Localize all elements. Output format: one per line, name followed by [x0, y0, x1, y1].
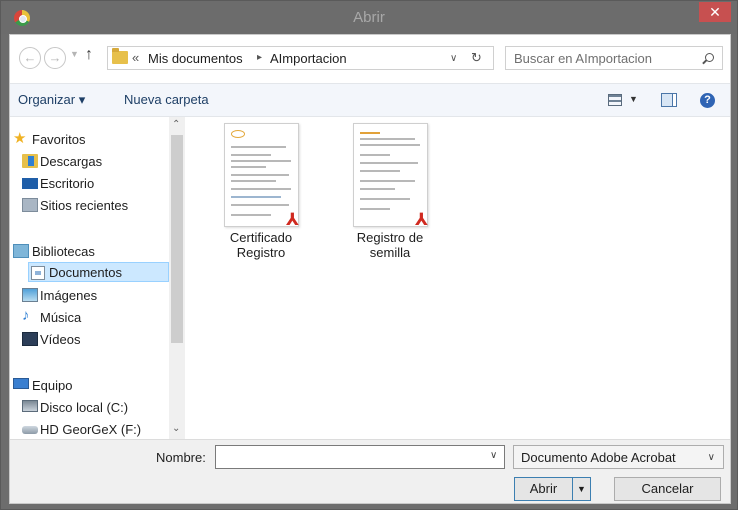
nav-item-imagenes[interactable]: Imágenes [10, 285, 170, 305]
recent-locations-dropdown[interactable]: ▼ [70, 49, 79, 59]
refresh-icon[interactable]: ↻ [471, 50, 482, 66]
file-name: Certificado Registro [229, 230, 293, 260]
file-name-input[interactable] [215, 445, 505, 469]
nav-label: Escritorio [40, 176, 95, 191]
nav-label: Vídeos [40, 332, 81, 347]
nav-label: Imágenes [40, 288, 98, 303]
nav-item-favoritos[interactable]: ★ Favoritos [10, 129, 170, 149]
nav-item-bibliotecas[interactable]: Bibliotecas [10, 241, 170, 261]
pdf-thumbnail: ⅄ [352, 123, 428, 229]
desktop-icon [22, 178, 38, 189]
forward-button[interactable]: → [44, 47, 66, 69]
back-button[interactable]: ← [19, 47, 41, 69]
nav-label: Disco local (C:) [40, 400, 129, 415]
change-view-icon[interactable] [608, 94, 622, 106]
nav-label: Descargas [40, 154, 103, 169]
navigation-pane: ★ Favoritos Descargas Escritorio Sitios … [10, 117, 185, 439]
cancel-button[interactable]: Cancelar [614, 477, 721, 501]
downloads-icon [22, 154, 38, 168]
folder-icon [112, 48, 128, 64]
nav-label: Equipo [32, 378, 73, 393]
nav-label: HD GeorGeX (F:) [40, 422, 142, 437]
navigation-scrollbar[interactable]: ⌃ ⌄ [169, 117, 185, 439]
file-name-dropdown[interactable]: ∨ [490, 450, 497, 461]
chevron-down-icon: ∨ [707, 452, 715, 463]
window-title: Abrir [353, 9, 385, 26]
scroll-thumb[interactable] [171, 135, 183, 343]
nav-item-disco-local[interactable]: Disco local (C:) [10, 397, 170, 417]
nav-label: Favoritos [32, 132, 86, 147]
title-bar[interactable]: Abrir ✕ [1, 1, 737, 34]
scroll-down-arrow[interactable]: ⌄ [172, 423, 180, 434]
nav-label: Sitios recientes [40, 198, 129, 213]
pictures-icon [22, 288, 38, 302]
documents-icon [31, 266, 45, 280]
nav-label: Documentos [49, 265, 122, 280]
pdf-thumbnail: ⅄ [223, 123, 299, 229]
file-name-bar: Nombre: ∨ Documento Adobe Acrobat ∨ Abri… [10, 439, 730, 503]
nav-item-escritorio[interactable]: Escritorio [10, 173, 170, 193]
nav-item-sitios-recientes[interactable]: Sitios recientes [10, 195, 170, 215]
hdd-icon [22, 426, 38, 434]
new-folder-button[interactable]: Nueva carpeta [124, 92, 209, 107]
nav-item-equipo[interactable]: Equipo [10, 375, 170, 395]
breadcrumb-overflow[interactable]: « [132, 50, 139, 65]
nav-item-hd-georgex[interactable]: HD GeorGeX (F:) [10, 419, 170, 439]
up-folder-button[interactable]: ↑ [85, 46, 93, 64]
file-name-label: Nombre: [156, 450, 206, 465]
search-icon[interactable] [705, 53, 714, 62]
open-options-button[interactable]: ▼ [572, 477, 591, 501]
videos-icon [22, 332, 38, 346]
recent-places-icon [22, 198, 38, 212]
search-placeholder: Buscar en AImportacion [514, 51, 653, 66]
star-icon: ★ [13, 130, 27, 147]
nav-item-videos[interactable]: Vídeos [10, 329, 170, 349]
computer-icon [13, 378, 29, 389]
navigation-bar: ← → ▼ ↑ « Mis documentos ▸ AImportacion … [10, 35, 730, 83]
nav-item-musica[interactable]: ♪ Música [10, 307, 170, 327]
breadcrumb-mis-documentos[interactable]: Mis documentos [148, 51, 243, 66]
nav-label: Música [40, 310, 82, 325]
file-type-select[interactable]: Documento Adobe Acrobat ∨ [513, 445, 724, 469]
file-list: ⅄ Certificado Registro ⅄ Registro de sem… [186, 117, 730, 439]
nav-item-documentos[interactable]: Documentos [28, 262, 169, 282]
nav-label: Bibliotecas [32, 244, 95, 259]
disk-icon [22, 400, 38, 412]
file-name: Registro de semilla [356, 230, 424, 260]
dialog-client-area: ← → ▼ ↑ « Mis documentos ▸ AImportacion … [9, 34, 731, 504]
open-button[interactable]: Abrir [514, 477, 573, 501]
search-box[interactable]: Buscar en AImportacion [505, 46, 723, 70]
organize-button[interactable]: Organizar ▾ [18, 92, 85, 108]
file-item-certificado-registro[interactable]: ⅄ Certificado Registro [211, 123, 311, 260]
file-item-registro-de-semilla[interactable]: ⅄ Registro de semilla [340, 123, 440, 260]
music-icon: ♪ [22, 307, 30, 324]
file-type-value: Documento Adobe Acrobat [521, 450, 676, 465]
close-button[interactable]: ✕ [699, 2, 731, 22]
view-options-dropdown[interactable]: ▼ [629, 94, 638, 104]
address-dropdown[interactable]: ∨ [450, 53, 457, 64]
breadcrumb-aimportacion[interactable]: AImportacion [270, 51, 347, 66]
command-toolbar: Organizar ▾ Nueva carpeta ▼ ? [10, 83, 730, 117]
scroll-up-arrow[interactable]: ⌃ [172, 119, 180, 130]
libraries-icon [13, 244, 29, 258]
address-bar[interactable]: « Mis documentos ▸ AImportacion ∨ ↻ [107, 46, 494, 70]
breadcrumb-separator[interactable]: ▸ [257, 52, 262, 63]
help-icon[interactable]: ? [700, 93, 715, 108]
pdf-icon: ⅄ [286, 210, 299, 229]
nav-item-descargas[interactable]: Descargas [10, 151, 170, 171]
pdf-icon: ⅄ [415, 210, 428, 229]
preview-pane-icon[interactable] [661, 93, 677, 107]
open-file-dialog: Abrir ✕ ← → ▼ ↑ « Mis documentos ▸ AImpo… [0, 0, 738, 510]
